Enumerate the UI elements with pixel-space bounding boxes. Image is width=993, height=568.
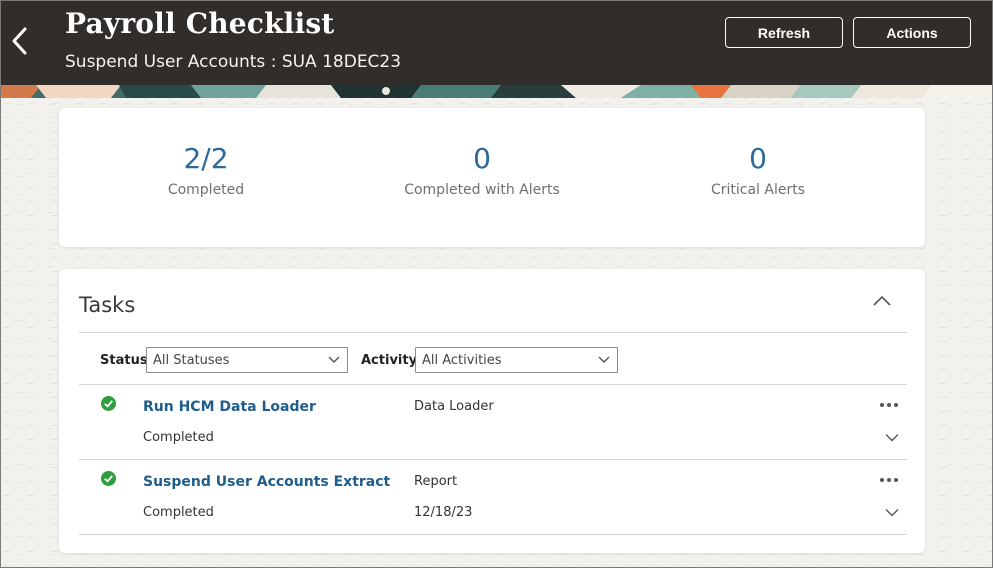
task-type: Report	[414, 474, 458, 489]
metric-label: Completed with Alerts	[404, 182, 560, 198]
check-circle-icon	[101, 471, 116, 486]
task-type: Data Loader	[414, 399, 494, 414]
collapse-button[interactable]	[871, 293, 893, 309]
chevron-left-icon	[12, 27, 27, 55]
more-actions-icon[interactable]	[879, 402, 899, 408]
actions-button[interactable]: Actions	[853, 17, 971, 48]
section-title: Tasks	[79, 293, 136, 317]
check-circle-icon	[101, 396, 116, 411]
page-subtitle: Suspend User Accounts : SUA 18DEC23	[65, 52, 402, 72]
task-name-link[interactable]: Run HCM Data Loader	[143, 399, 316, 415]
chevron-down-icon	[328, 356, 340, 363]
task-status: Completed	[143, 430, 214, 445]
more-actions-icon[interactable]	[879, 477, 899, 483]
select-value: All Activities	[422, 353, 502, 368]
page-title: Payroll Checklist	[65, 7, 335, 40]
divider	[79, 332, 907, 333]
task-row: Run HCM Data Loader Completed Data Loade…	[79, 385, 907, 460]
activity-filter-select[interactable]: All Activities	[415, 347, 618, 373]
chevron-down-icon	[598, 356, 610, 363]
back-button[interactable]	[7, 23, 33, 59]
task-row: Suspend User Accounts Extract Completed …	[79, 460, 907, 535]
page-header: Payroll Checklist Suspend User Accounts …	[1, 1, 992, 85]
metric-value[interactable]: 0	[372, 142, 592, 175]
tasks-card: Tasks Status All Statuses Activity All A…	[59, 269, 925, 553]
divider	[79, 534, 907, 535]
metric-value[interactable]: 0	[648, 142, 868, 175]
summary-card: 2/2 Completed 0 Completed with Alerts 0 …	[59, 108, 925, 247]
task-status: Completed	[143, 505, 214, 520]
metric-value[interactable]: 2/2	[96, 142, 316, 175]
decorative-banner	[1, 85, 992, 98]
metric-label: Completed	[167, 182, 245, 198]
task-date: 12/18/23	[414, 505, 473, 520]
status-filter-select[interactable]: All Statuses	[146, 347, 348, 373]
chevron-down-icon[interactable]	[885, 433, 899, 442]
activity-filter-label: Activity	[361, 353, 418, 368]
chevron-up-icon	[873, 295, 891, 306]
refresh-button[interactable]: Refresh	[725, 17, 843, 48]
select-value: All Statuses	[153, 353, 230, 368]
status-filter-label: Status	[100, 353, 148, 368]
chevron-down-icon[interactable]	[885, 508, 899, 517]
task-name-link[interactable]: Suspend User Accounts Extract	[143, 474, 390, 490]
metric-label: Critical Alerts	[710, 182, 806, 198]
